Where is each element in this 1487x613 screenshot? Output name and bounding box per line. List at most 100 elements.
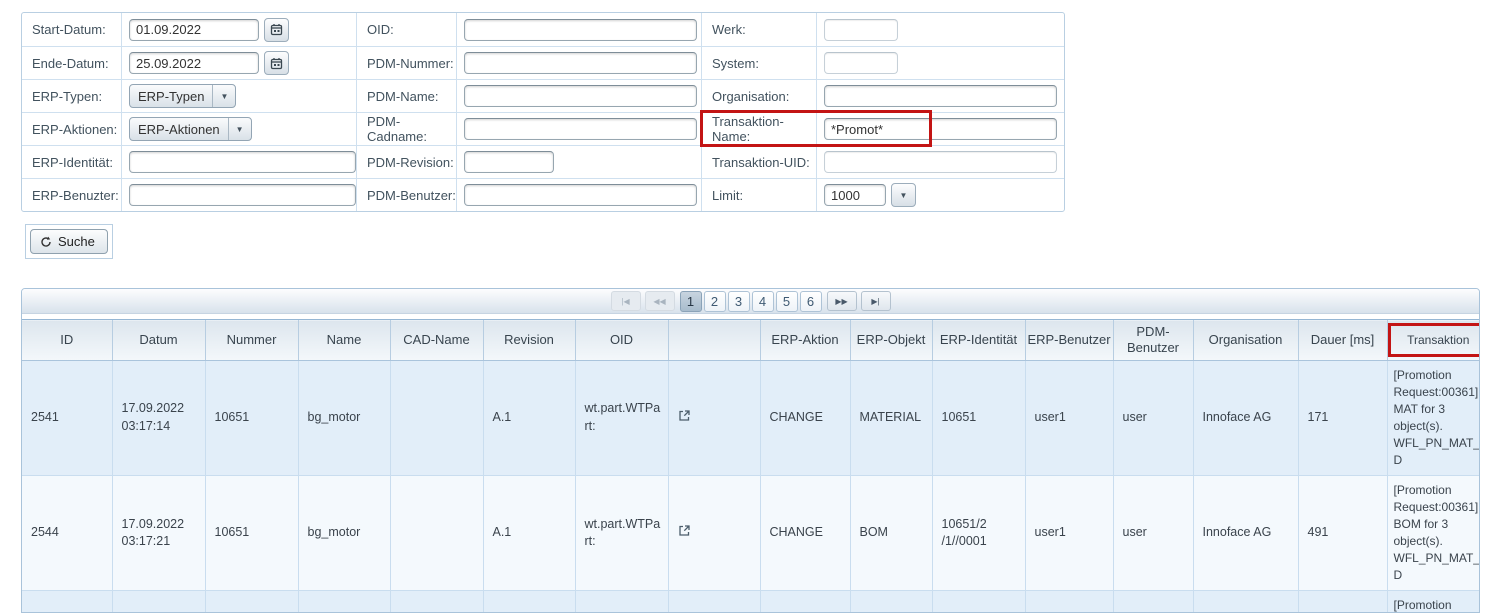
column-header-id[interactable]: ID: [22, 320, 112, 361]
pdm-nummer-input[interactable]: [464, 52, 697, 74]
table-cell: user1: [1025, 591, 1113, 613]
column-header-pdm-benutzer[interactable]: PDM-Benutzer: [1113, 320, 1193, 361]
erp-aktionen-field: ERP-Aktionen ▼: [121, 112, 356, 145]
open-link-icon[interactable]: [678, 409, 691, 422]
calendar-button[interactable]: [264, 51, 289, 75]
table-cell: [Promotion Request:00381]: MAT for 3 obj…: [1387, 591, 1480, 613]
page-button-3[interactable]: 3: [728, 291, 750, 312]
column-header-erp-aktion[interactable]: ERP-Aktion: [760, 320, 850, 361]
table-row[interactable]: 254117.09.2022 03:17:1410651bg_motorA.1w…: [22, 361, 1480, 476]
table-cell: CHANGE: [760, 361, 850, 476]
column-header-erp-identit-t[interactable]: ERP-Identität: [932, 320, 1025, 361]
table-cell: 17.09.2022 03:17:21: [112, 476, 205, 591]
page-button-2[interactable]: 2: [704, 291, 726, 312]
field-label-transaktion-name: Transaktion-Name:: [701, 112, 816, 145]
field-label-werk: Werk:: [701, 13, 816, 46]
results-table-panel: |◀ ◀◀ 123456 ▶▶ ▶| ID Datum Nummer Name CAD-…: [21, 288, 1480, 613]
field-label-erp-benutzer: ERP-Benuzter:: [22, 178, 121, 211]
prev-page-button[interactable]: ◀◀: [645, 291, 675, 311]
table-cell: MATERIAL: [850, 361, 932, 476]
pdm-cadname-field: [456, 112, 701, 145]
suche-button[interactable]: Suche: [30, 229, 108, 254]
refresh-icon: [40, 236, 52, 248]
column-header-name[interactable]: Name: [298, 320, 390, 361]
chevron-down-icon: ▼: [212, 85, 235, 107]
field-label-transaktion-uid: Transaktion-UID:: [701, 145, 816, 178]
open-link-icon[interactable]: [678, 524, 691, 537]
page-button-6[interactable]: 6: [800, 291, 822, 312]
table-cell: bg_motor: [298, 476, 390, 591]
table-cell: 10651/2 /1//0001: [932, 476, 1025, 591]
field-label-pdm-revision: PDM-Revision:: [356, 145, 456, 178]
page-button-5[interactable]: 5: [776, 291, 798, 312]
werk-input[interactable]: [824, 19, 898, 41]
column-header-label: Organisation: [1209, 332, 1283, 347]
table-cell: Innoface AG: [1193, 591, 1298, 613]
ende-datum-input[interactable]: [129, 52, 259, 74]
table-cell: user: [1113, 361, 1193, 476]
last-page-button[interactable]: ▶|: [861, 291, 891, 311]
column-header-datum[interactable]: Datum: [112, 320, 205, 361]
table-cell: 17.09.2022 03:26:09: [112, 591, 205, 613]
transaktion-name-input[interactable]: [824, 118, 1057, 140]
column-header-erp-benutzer[interactable]: ERP-Benutzer: [1025, 320, 1113, 361]
table-row[interactable]: 254417.09.2022 03:17:2110651bg_motorA.1w…: [22, 476, 1480, 591]
table-cell: [390, 361, 483, 476]
page-button-1[interactable]: 1: [680, 291, 702, 312]
limit-combobox-input[interactable]: [824, 184, 886, 206]
column-header-label: Revision: [504, 332, 554, 347]
table-cell: [390, 591, 483, 613]
table-cell: 2544: [22, 476, 112, 591]
transaktion-uid-input[interactable]: [824, 151, 1057, 173]
field-label-ende-datum: Ende-Datum:: [22, 46, 121, 79]
erp-aktionen-dropdown[interactable]: ERP-Aktionen ▼: [129, 117, 252, 141]
erp-typen-dropdown[interactable]: ERP-Typen ▼: [129, 84, 236, 108]
column-header-oid[interactable]: OID: [575, 320, 668, 361]
werk-field: [816, 13, 1064, 46]
search-form-panel: Start-Datum: OID: Werk: Ende-Datum: PDM-…: [21, 12, 1065, 212]
pdm-cadname-input[interactable]: [464, 118, 697, 140]
column-header-label: Transaktion: [1407, 333, 1469, 347]
column-header-organisation[interactable]: Organisation: [1193, 320, 1298, 361]
transaktion-uid-field: [816, 145, 1064, 178]
table-row[interactable]: 258117.09.2022 03:26:0910661bg_motorA.1w…: [22, 591, 1480, 613]
page-button-4[interactable]: 4: [752, 291, 774, 312]
column-header-nummer[interactable]: Nummer: [205, 320, 298, 361]
oid-field: [456, 13, 701, 46]
column-header-label: ID: [60, 332, 73, 347]
table-header-row: ID Datum Nummer Name CAD-Name Revision OID ERP-…: [22, 320, 1480, 361]
pdm-benutzer-input[interactable]: [464, 184, 697, 206]
limit-combobox-arrow-button[interactable]: ▼: [891, 183, 916, 207]
column-header-dauer-ms-[interactable]: Dauer [ms]: [1298, 320, 1387, 361]
field-label-erp-typen: ERP-Typen:: [22, 79, 121, 112]
field-label-erp-aktionen: ERP-Aktionen:: [22, 112, 121, 145]
column-header-transaktion[interactable]: Transaktion: [1387, 320, 1480, 361]
system-input[interactable]: [824, 52, 898, 74]
first-page-button[interactable]: |◀: [611, 291, 641, 311]
organisation-input[interactable]: [824, 85, 1057, 107]
erp-typen-field: ERP-Typen ▼: [121, 79, 356, 112]
column-header-cad-name[interactable]: CAD-Name: [390, 320, 483, 361]
field-label-oid: OID:: [356, 13, 456, 46]
erp-benutzer-input[interactable]: [129, 184, 356, 206]
oid-input[interactable]: [464, 19, 697, 41]
pdm-name-input[interactable]: [464, 85, 697, 107]
ende-datum-field: [121, 46, 356, 79]
pdm-revision-input[interactable]: [464, 151, 554, 173]
field-label-system: System:: [701, 46, 816, 79]
start-datum-input[interactable]: [129, 19, 259, 41]
erp-identitaet-input[interactable]: [129, 151, 356, 173]
column-header-label: Nummer: [227, 332, 277, 347]
column-header-label: ERP-Benutzer: [1027, 332, 1110, 347]
table-cell: [390, 476, 483, 591]
next-page-button[interactable]: ▶▶: [827, 291, 857, 311]
column-header-revision[interactable]: Revision: [483, 320, 575, 361]
table-cell: [668, 361, 760, 476]
table-cell: MATERIAL: [850, 591, 932, 613]
transaktion-name-field: [816, 112, 1064, 145]
column-header-erp-objekt[interactable]: ERP-Objekt: [850, 320, 932, 361]
table-cell: A.1: [483, 361, 575, 476]
calendar-button[interactable]: [264, 18, 289, 42]
column-header-blank[interactable]: [668, 320, 760, 361]
column-header-label: CAD-Name: [403, 332, 469, 347]
